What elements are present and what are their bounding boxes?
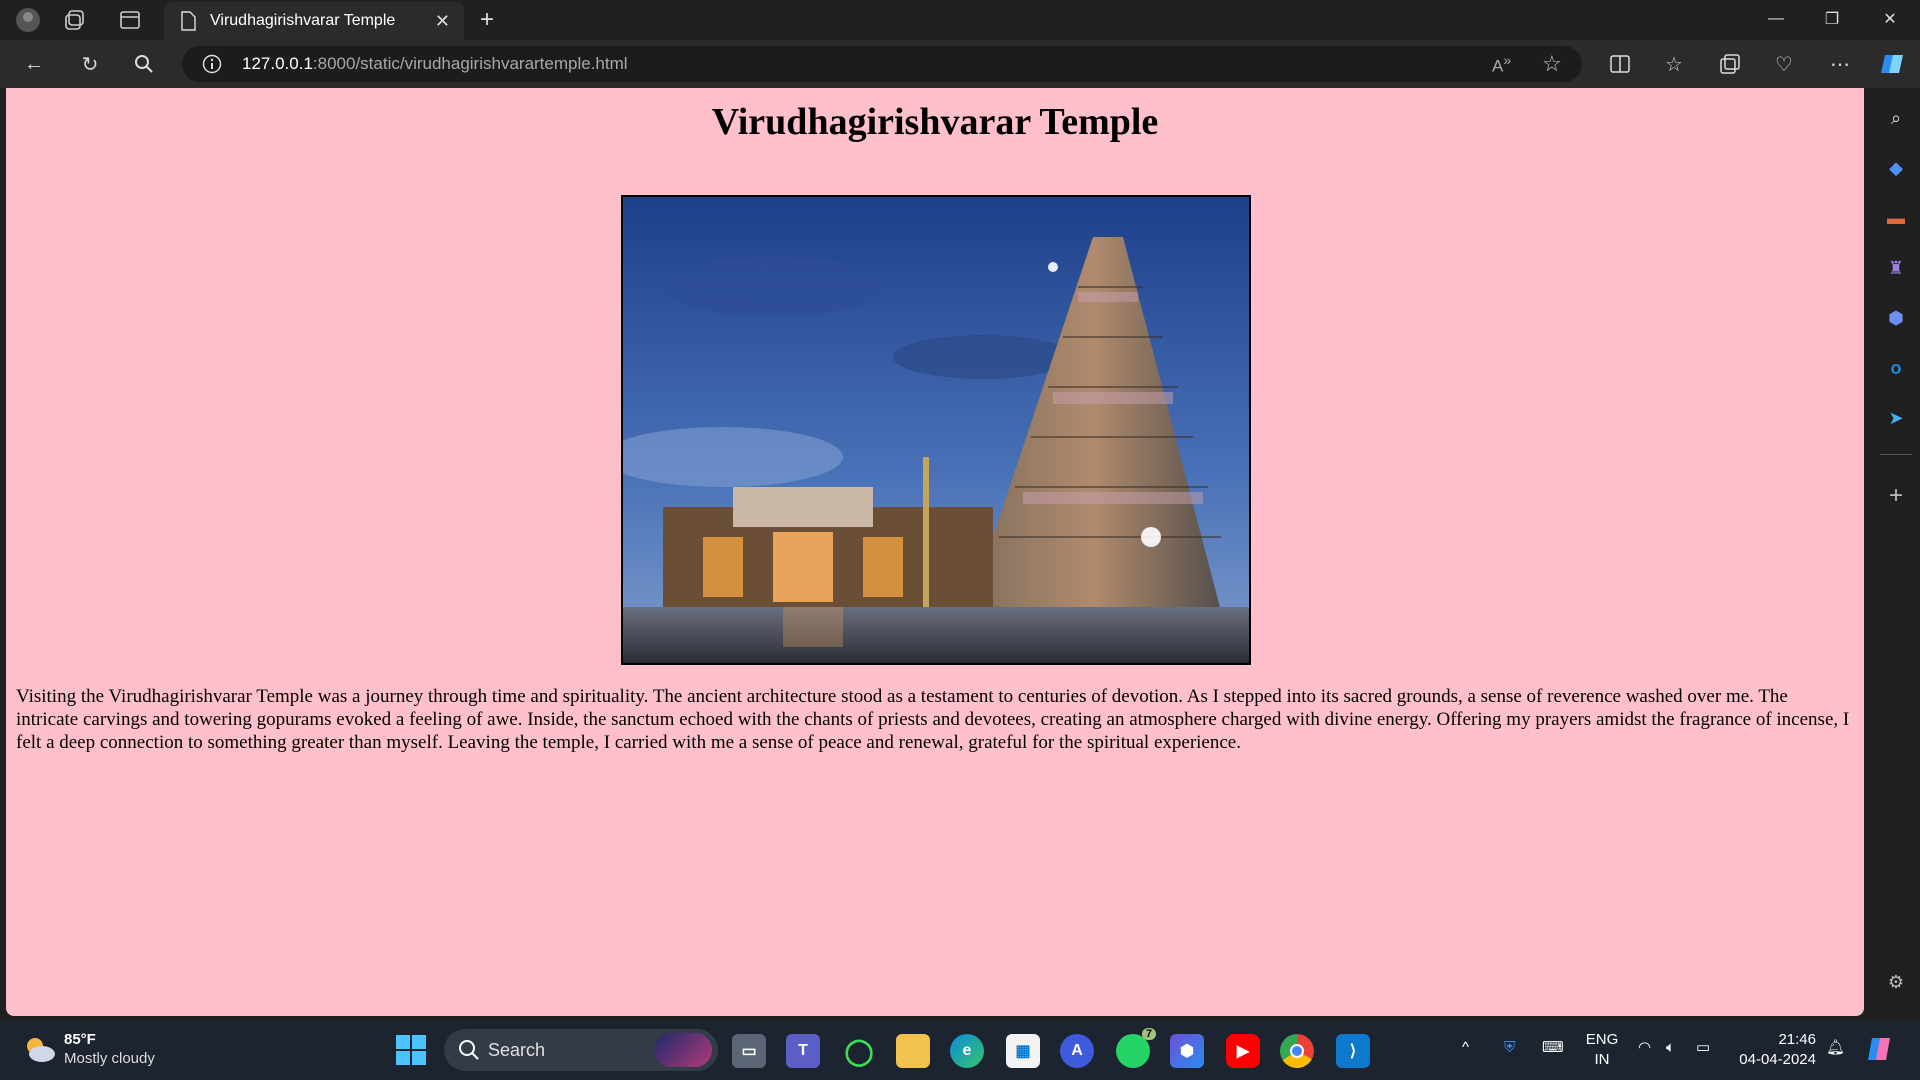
notification-bell-icon[interactable]: 🔔︎ — [1826, 1038, 1845, 1058]
tab-actions-icon[interactable] — [116, 6, 144, 34]
whatsapp-badge: 7 — [1141, 1028, 1156, 1040]
start-button[interactable] — [396, 1035, 426, 1065]
clock[interactable]: 21:46 04-04-2024 — [1736, 1030, 1816, 1070]
wifi-icon[interactable]: ◠ — [1638, 1038, 1651, 1058]
copilot-tray-icon[interactable] — [1866, 1034, 1896, 1070]
refresh-app-icon[interactable]: ◯ — [842, 1034, 876, 1068]
clock-time: 21:46 — [1778, 1031, 1816, 1048]
taskbar-search[interactable]: Search — [444, 1029, 718, 1071]
microsoft365-icon[interactable]: ⬢ — [1882, 304, 1910, 332]
favorite-star-icon[interactable]: ☆ — [1542, 51, 1562, 77]
language-indicator[interactable]: ENG IN — [1584, 1030, 1620, 1070]
cloudy-weather-icon — [22, 1034, 56, 1069]
weather-widget[interactable]: 85°F Mostly cloudy — [20, 1030, 180, 1072]
shopping-tag-icon[interactable]: ◆ — [1882, 154, 1910, 182]
youtube-icon[interactable]: ▶ — [1226, 1034, 1260, 1068]
browser-essentials-icon[interactable]: ♡ — [1770, 50, 1798, 78]
more-menu-icon[interactable]: ⋯ — [1826, 50, 1854, 78]
url-text: 127.0.0.1:8000/static/virudhagirishvarar… — [242, 54, 628, 73]
taskbar-search-label: Search — [488, 1039, 546, 1060]
site-info-icon[interactable] — [202, 54, 222, 79]
lang-primary: ENG — [1585, 1031, 1619, 1048]
outlook-icon[interactable]: o — [1882, 354, 1910, 382]
favorites-icon[interactable]: ☆ — [1660, 50, 1688, 78]
search-highlight-image — [654, 1033, 712, 1067]
tab-active[interactable]: Virudhagirishvarar Temple ✕ — [164, 2, 464, 40]
battery-icon[interactable]: ▭ — [1696, 1038, 1710, 1058]
edge-icon[interactable]: e — [950, 1034, 984, 1068]
teams-icon[interactable]: T — [786, 1034, 820, 1068]
chrome-icon[interactable] — [1280, 1034, 1314, 1068]
visit-description: Visiting the Virudhagirishvarar Temple w… — [16, 686, 1850, 753]
close-tab-icon[interactable]: ✕ — [435, 11, 450, 32]
task-view-icon[interactable]: ▭ — [732, 1034, 766, 1068]
chrome-center-icon — [1290, 1044, 1304, 1058]
new-tab-icon[interactable]: + — [480, 6, 494, 34]
address-bar[interactable]: 127.0.0.1:8000/static/virudhagirishvarar… — [182, 46, 1582, 82]
volume-icon[interactable]: 🔈︎ — [1666, 1038, 1675, 1058]
sidebar-search-icon[interactable]: ⌕ — [1882, 104, 1910, 132]
sidebar-settings-icon[interactable]: ⚙ — [1882, 968, 1910, 996]
refresh-icon[interactable]: ↻ — [76, 50, 104, 78]
taskbar-search-icon — [458, 1039, 480, 1066]
profile-avatar-icon[interactable] — [14, 6, 42, 34]
close-window-icon[interactable]: ✕ — [1862, 4, 1918, 34]
split-screen-icon[interactable] — [1606, 50, 1634, 78]
minimize-icon[interactable]: — — [1748, 4, 1804, 34]
page-title: Virudhagirishvarar Temple — [711, 101, 1159, 143]
search-icon[interactable] — [130, 50, 158, 78]
clock-date: 04-04-2024 — [1739, 1051, 1816, 1068]
workspaces-icon[interactable] — [62, 6, 90, 34]
arc-app-icon[interactable]: A — [1060, 1034, 1094, 1068]
read-aloud-icon[interactable]: A» — [1492, 53, 1511, 77]
tab-title: Virudhagirishvarar Temple — [210, 12, 396, 29]
edge-sidebar: ⌕ ◆ ▬ ♜ ⬢ o ➤ + ⚙ — [1872, 88, 1920, 1016]
weather-desc: Mostly cloudy — [64, 1050, 155, 1067]
back-icon[interactable]: ← — [20, 50, 48, 78]
defender-icon[interactable]: ⛨ — [1504, 1038, 1515, 1058]
copilot-icon[interactable] — [1878, 50, 1906, 78]
whatsapp-icon[interactable]: 7 — [1116, 1028, 1156, 1068]
add-sidebar-app-icon[interactable]: + — [1882, 482, 1910, 510]
browser-toolbar: ← ↻ 127.0.0.1:8000/static/virudhagirishv… — [0, 40, 1920, 88]
tab-bar: Virudhagirishvarar Temple ✕ + — ❐ ✕ — [0, 0, 1920, 40]
weather-temp: 85°F — [64, 1031, 96, 1048]
lang-secondary: IN — [1594, 1051, 1610, 1068]
restore-icon[interactable]: ❐ — [1804, 4, 1860, 34]
keyboard-icon[interactable]: ⌨ — [1542, 1038, 1564, 1058]
tray-overflow-icon[interactable]: ^ — [1462, 1038, 1469, 1058]
sidebar-divider — [1880, 454, 1912, 455]
page-icon — [180, 11, 196, 36]
windows-taskbar: 85°F Mostly cloudy Search ▭ T ◯ e ▦ A 7 … — [0, 1020, 1920, 1080]
tools-briefcase-icon[interactable]: ▬ — [1882, 204, 1910, 232]
collections-icon[interactable] — [1716, 50, 1744, 78]
file-explorer-icon[interactable] — [896, 1034, 930, 1068]
copilot-app-icon[interactable]: ⬢ — [1170, 1034, 1204, 1068]
temple-image — [621, 195, 1251, 665]
games-icon[interactable]: ♜ — [1882, 254, 1910, 282]
ms-store-icon[interactable]: ▦ — [1006, 1034, 1040, 1068]
drop-send-icon[interactable]: ➤ — [1882, 404, 1910, 432]
page-viewport: Virudhagirishvarar Temple Visiting the V… — [6, 88, 1864, 1016]
vscode-icon[interactable]: ⟩ — [1336, 1034, 1370, 1068]
